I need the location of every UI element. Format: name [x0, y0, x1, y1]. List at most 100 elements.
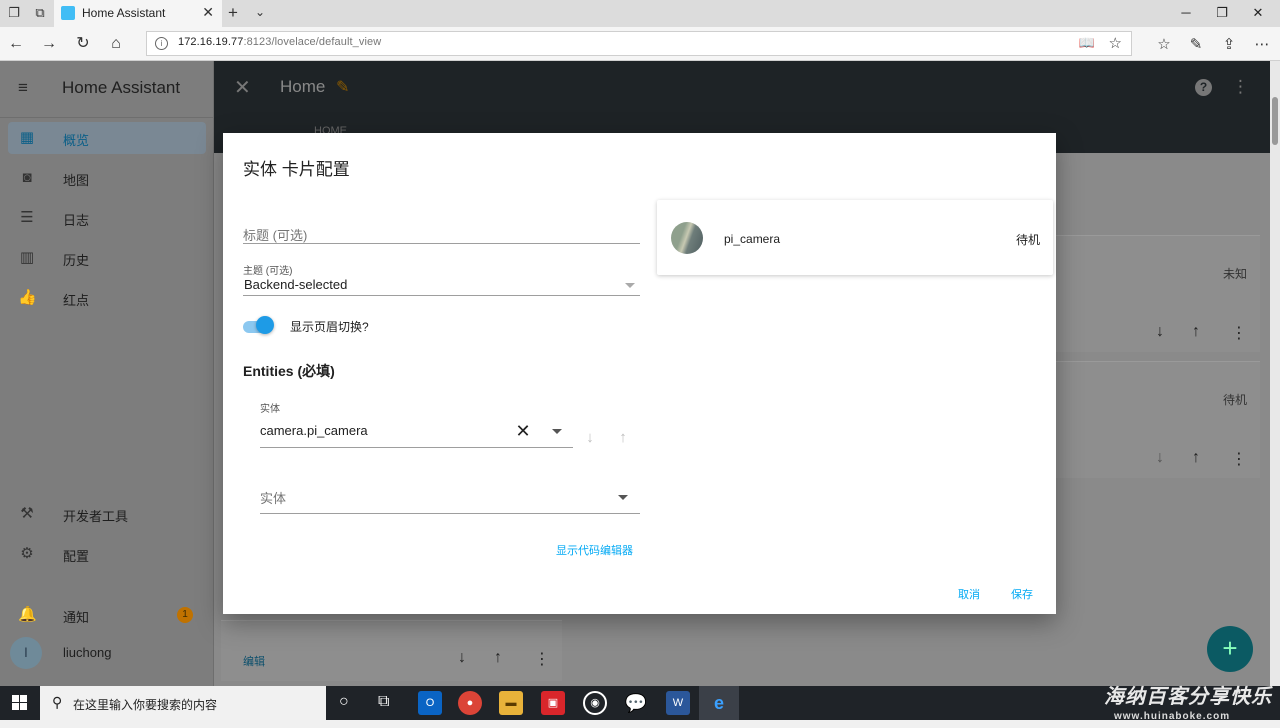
show-code-editor-button[interactable]: 显示代码编辑器 — [556, 542, 633, 558]
url-path: :8123/lovelace/default_view — [243, 36, 382, 48]
media-player-icon[interactable]: ◉ — [583, 691, 607, 715]
dialog-title: 实体 卡片配置 — [243, 160, 350, 179]
preview-entity-name[interactable]: pi_camera — [724, 232, 780, 246]
outlook-icon[interactable]: O — [418, 691, 442, 715]
windows-taskbar: ⚲ 在这里输入你要搜索的内容 ○ ⧉ O ● ▬ ▣ ◉ 💬 W e — [0, 686, 1280, 720]
window-close-icon[interactable]: ✕ — [1248, 5, 1268, 21]
sidebar-item-config[interactable]: ⚙ 配置 — [8, 538, 206, 570]
background-state-idle: 待机 — [1223, 393, 1248, 407]
more-icon[interactable]: ⋯ — [1252, 35, 1272, 53]
help-icon[interactable]: ? — [1195, 79, 1212, 96]
theme-dropdown-icon[interactable] — [625, 283, 635, 288]
sidebar-item-label: 日志 — [63, 213, 90, 228]
tab-list-chevron-icon[interactable]: ⌄ — [255, 5, 265, 19]
wechat-icon[interactable]: 💬 — [624, 691, 648, 715]
back-icon[interactable]: ← — [6, 34, 26, 54]
move-down-icon[interactable]: ↓ — [580, 428, 600, 448]
theme-underline — [243, 295, 640, 296]
tab-close-icon[interactable]: ✕ — [202, 4, 214, 21]
forward-icon[interactable]: → — [39, 34, 59, 54]
title-input[interactable]: 标题 (可选) — [243, 225, 307, 244]
scrollbar-thumb[interactable] — [1272, 97, 1278, 145]
more-vert-icon[interactable]: ⋮ — [1231, 449, 1247, 469]
avatar[interactable]: l — [10, 637, 42, 669]
pen-icon[interactable]: ✎ — [1186, 35, 1206, 53]
watermark-url: www.huinaboke.com — [1114, 711, 1231, 722]
entity-dropdown-icon[interactable] — [552, 429, 562, 434]
close-edit-icon[interactable]: ✕ — [234, 75, 251, 100]
menu-icon[interactable]: ≡ — [18, 78, 28, 98]
refresh-icon[interactable]: ↻ — [73, 34, 93, 54]
url-field[interactable]: i 172.16.19.77:8123/lovelace/default_vie… — [146, 31, 1132, 56]
arrow-down-icon[interactable]: ↓ — [1156, 449, 1164, 467]
arrow-up-icon[interactable]: ↑ — [494, 649, 502, 667]
toolbar-title: Home — [280, 77, 326, 96]
card-preview: pi_camera 待机 — [657, 200, 1053, 275]
move-up-icon[interactable]: ↑ — [613, 428, 633, 448]
task-view-icon[interactable]: ⧉ — [378, 693, 389, 711]
edge-icon[interactable]: e — [707, 691, 731, 715]
cortana-icon[interactable]: ○ — [339, 693, 349, 711]
sidebar-item-map[interactable]: ◙ 地图 — [8, 162, 206, 194]
url-host: 172.16.19.77 — [178, 36, 244, 48]
app-red-icon[interactable]: ▣ — [541, 691, 565, 715]
new-entity-underline — [260, 513, 640, 514]
sidebar-item-overview[interactable]: ▦ 概览 — [8, 122, 206, 154]
sidebar-item-redpoint[interactable]: 👍 红点 — [8, 282, 206, 314]
favorite-star-icon[interactable]: ☆ — [1109, 34, 1122, 52]
site-info-icon[interactable]: i — [155, 37, 168, 50]
taskbar-search[interactable]: ⚲ 在这里输入你要搜索的内容 — [40, 686, 326, 720]
set-aside-tabs-icon[interactable]: ⧉ — [32, 5, 48, 21]
new-tab-icon[interactable]: + — [228, 3, 238, 23]
cancel-button[interactable]: 取消 — [958, 586, 980, 602]
background-state-unknown: 未知 — [1223, 267, 1248, 281]
sidebar-header: ≡ Home Assistant — [0, 61, 213, 118]
maximize-icon[interactable]: ❐ — [1212, 5, 1232, 21]
reading-view-icon[interactable]: 📖 — [1079, 35, 1095, 51]
address-toolbar: ← → ↻ ⌂ i 172.16.19.77:8123/lovelace/def… — [0, 27, 1280, 61]
share-icon[interactable]: ⇪ — [1219, 35, 1239, 53]
save-button[interactable]: 保存 — [1011, 586, 1033, 602]
more-vert-icon[interactable]: ⋮ — [534, 649, 550, 669]
windows-start-icon[interactable] — [12, 695, 28, 711]
add-card-button[interactable]: + — [1207, 626, 1253, 672]
clear-entity-icon[interactable]: ✕ — [513, 421, 533, 441]
home-assistant-favicon-icon — [61, 6, 75, 20]
new-entity-input[interactable]: 实体 — [260, 488, 286, 507]
page-scrollbar[interactable] — [1270, 61, 1280, 686]
background-card — [221, 620, 562, 681]
sidebar-item-logbook[interactable]: ☰ 日志 — [8, 202, 206, 234]
sidebar-item-dev-tools[interactable]: ⚒ 开发者工具 — [8, 498, 206, 530]
entity-input[interactable]: camera.pi_camera — [260, 423, 368, 438]
chart-icon: ▥ — [19, 249, 35, 266]
browser-tab[interactable]: Home Assistant ✕ — [54, 0, 222, 27]
tab-actions-icon[interactable]: ❐ — [6, 5, 22, 21]
favorites-icon[interactable]: ☆ — [1154, 35, 1174, 53]
card-config-dialog: 实体 卡片配置 标题 (可选) 主题 (可选) Backend-selected… — [223, 133, 1056, 614]
sidebar: ≡ Home Assistant ▦ 概览 ◙ 地图 ☰ 日志 ▥ 历史 👍 红… — [0, 61, 214, 686]
word-icon[interactable]: W — [666, 691, 690, 715]
background-edit-button[interactable]: 编辑 — [243, 653, 265, 669]
sidebar-item-history[interactable]: ▥ 历史 — [8, 242, 206, 274]
chrome-icon[interactable]: ● — [458, 691, 482, 715]
sidebar-item-label: 开发者工具 — [63, 509, 129, 524]
arrow-down-icon[interactable]: ↓ — [1156, 323, 1164, 341]
more-vert-icon[interactable]: ⋮ — [1231, 323, 1247, 343]
camera-thumbnail[interactable] — [671, 222, 703, 254]
pencil-icon[interactable]: ✎ — [336, 77, 349, 97]
entity-label: 实体 — [260, 404, 280, 415]
gear-icon: ⚙ — [20, 545, 34, 562]
arrow-up-icon[interactable]: ↑ — [1192, 323, 1200, 341]
header-toggle-switch[interactable] — [256, 316, 274, 334]
file-explorer-icon[interactable]: ▬ — [499, 691, 523, 715]
more-vert-icon[interactable]: ⋮ — [1232, 77, 1249, 97]
taskbar-search-placeholder: 在这里输入你要搜索的内容 — [73, 698, 218, 712]
watermark-text: 海纳百客分享快乐 — [1104, 686, 1272, 708]
home-icon[interactable]: ⌂ — [106, 34, 126, 54]
new-entity-dropdown-icon[interactable] — [618, 495, 628, 500]
theme-select[interactable]: Backend-selected — [244, 277, 347, 292]
arrow-down-icon[interactable]: ↓ — [458, 649, 466, 667]
minimize-icon[interactable]: ─ — [1176, 5, 1196, 20]
user-name[interactable]: liuchong — [63, 645, 111, 660]
arrow-up-icon[interactable]: ↑ — [1192, 449, 1200, 467]
